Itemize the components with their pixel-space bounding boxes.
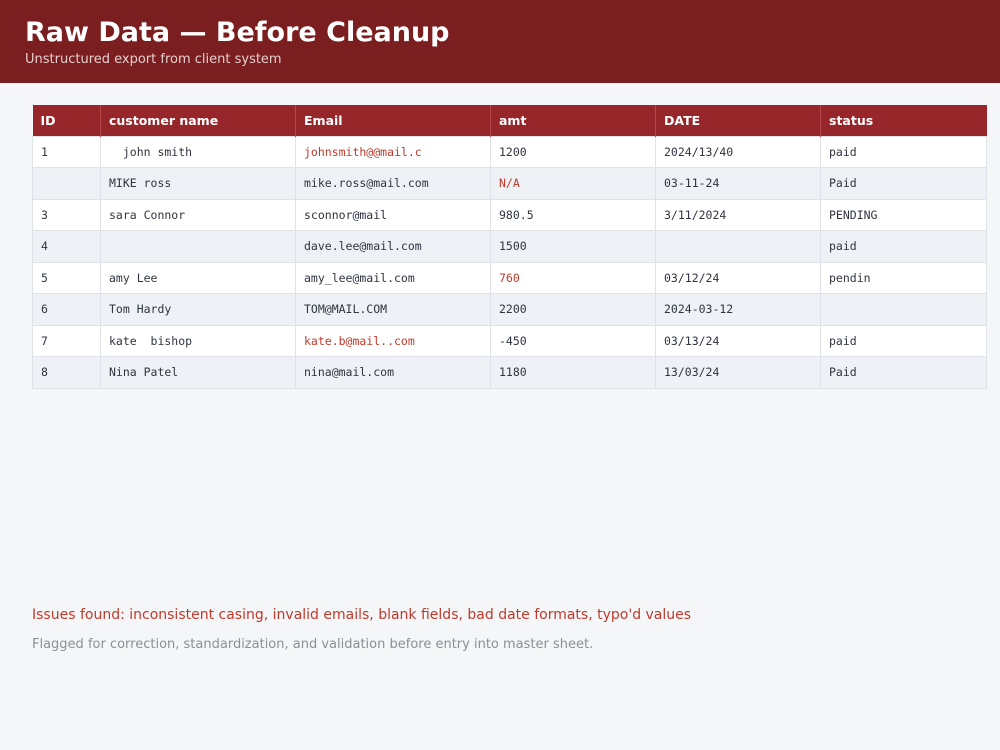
- cell-amt[interactable]: N/A: [490, 167, 656, 200]
- cell-date[interactable]: 2024/13/40: [655, 135, 821, 168]
- cell-email[interactable]: kate.b@mail..com: [295, 324, 491, 357]
- cell-status[interactable]: Paid: [820, 356, 987, 389]
- cell-id[interactable]: 3: [32, 198, 101, 231]
- table-row[interactable]: 3 sara Connor sconnor@mail 980.5 3/11/20…: [32, 198, 987, 231]
- cell-amt[interactable]: 760: [490, 261, 656, 294]
- column-header-date[interactable]: DATE: [655, 105, 821, 136]
- issues-summary: Issues found: inconsistent casing, inval…: [32, 607, 692, 623]
- column-header-customer-name[interactable]: customer name: [100, 105, 296, 136]
- cell-status[interactable]: PENDING: [820, 198, 987, 231]
- cell-customer-name[interactable]: Nina Patel: [100, 356, 296, 389]
- table-row[interactable]: 1 john smith johnsmith@@mail.c 1200 2024…: [32, 135, 987, 168]
- cell-status[interactable]: pendin: [820, 261, 987, 294]
- column-header-email[interactable]: Email: [295, 105, 491, 136]
- cell-customer-name[interactable]: john smith: [100, 135, 296, 168]
- cell-customer-name[interactable]: Tom Hardy: [100, 293, 296, 326]
- cell-status[interactable]: paid: [820, 230, 987, 263]
- table-row[interactable]: 4 dave.lee@mail.com 1500 paid: [32, 230, 987, 263]
- cell-customer-name[interactable]: kate bishop: [100, 324, 296, 357]
- cell-date[interactable]: 3/11/2024: [655, 198, 821, 231]
- cell-email[interactable]: mike.ross@mail.com: [295, 167, 491, 200]
- cell-email[interactable]: dave.lee@mail.com: [295, 230, 491, 263]
- cell-customer-name[interactable]: sara Connor: [100, 198, 296, 231]
- correction-note: Flagged for correction, standardization,…: [32, 637, 594, 652]
- cell-customer-name[interactable]: [100, 230, 296, 263]
- raw-data-table: ID customer name Email amt DATE status 1…: [32, 105, 987, 389]
- page-title: Raw Data — Before Cleanup: [25, 17, 450, 48]
- cell-id[interactable]: 4: [32, 230, 101, 263]
- column-header-status[interactable]: status: [820, 105, 987, 136]
- table-row[interactable]: 6 Tom Hardy TOM@MAIL.COM 2200 2024-03-12: [32, 293, 987, 326]
- cell-amt[interactable]: 980.5: [490, 198, 656, 231]
- cell-customer-name[interactable]: MIKE ross: [100, 167, 296, 200]
- table-row[interactable]: 7 kate bishop kate.b@mail..com -450 03/1…: [32, 324, 987, 357]
- column-header-amt[interactable]: amt: [490, 105, 656, 136]
- cell-date[interactable]: 03/13/24: [655, 324, 821, 357]
- cell-status[interactable]: [820, 293, 987, 326]
- cell-date[interactable]: 03/12/24: [655, 261, 821, 294]
- data-table-container: ID customer name Email amt DATE status 1…: [32, 105, 987, 389]
- cell-id[interactable]: 8: [32, 356, 101, 389]
- cell-amt[interactable]: 1180: [490, 356, 656, 389]
- cell-id[interactable]: 5: [32, 261, 101, 294]
- cell-id[interactable]: 6: [32, 293, 101, 326]
- table-row[interactable]: 5 amy Lee amy_lee@mail.com 760 03/12/24 …: [32, 261, 987, 294]
- cell-date[interactable]: [655, 230, 821, 263]
- cell-email[interactable]: sconnor@mail: [295, 198, 491, 231]
- cell-email[interactable]: nina@mail.com: [295, 356, 491, 389]
- table-header-row: ID customer name Email amt DATE status: [32, 105, 987, 136]
- cell-email[interactable]: TOM@MAIL.COM: [295, 293, 491, 326]
- cell-id[interactable]: 7: [32, 324, 101, 357]
- cell-amt[interactable]: 1500: [490, 230, 656, 263]
- page-subtitle: Unstructured export from client system: [25, 52, 282, 67]
- cell-id[interactable]: [32, 167, 101, 200]
- cell-email[interactable]: amy_lee@mail.com: [295, 261, 491, 294]
- cell-id[interactable]: 1: [32, 135, 101, 168]
- cell-email[interactable]: johnsmith@@mail.c: [295, 135, 491, 168]
- cell-customer-name[interactable]: amy Lee: [100, 261, 296, 294]
- cell-amt[interactable]: 1200: [490, 135, 656, 168]
- cell-status[interactable]: paid: [820, 135, 987, 168]
- cell-amt[interactable]: 2200: [490, 293, 656, 326]
- table-row[interactable]: 8 Nina Patel nina@mail.com 1180 13/03/24…: [32, 356, 987, 389]
- cell-status[interactable]: Paid: [820, 167, 987, 200]
- column-header-id[interactable]: ID: [32, 105, 101, 136]
- table-row[interactable]: MIKE ross mike.ross@mail.com N/A 03-11-2…: [32, 167, 987, 200]
- cell-date[interactable]: 03-11-24: [655, 167, 821, 200]
- page-header: Raw Data — Before Cleanup Unstructured e…: [0, 0, 1000, 83]
- cell-status[interactable]: paid: [820, 324, 987, 357]
- cell-date[interactable]: 13/03/24: [655, 356, 821, 389]
- cell-amt[interactable]: -450: [490, 324, 656, 357]
- cell-date[interactable]: 2024-03-12: [655, 293, 821, 326]
